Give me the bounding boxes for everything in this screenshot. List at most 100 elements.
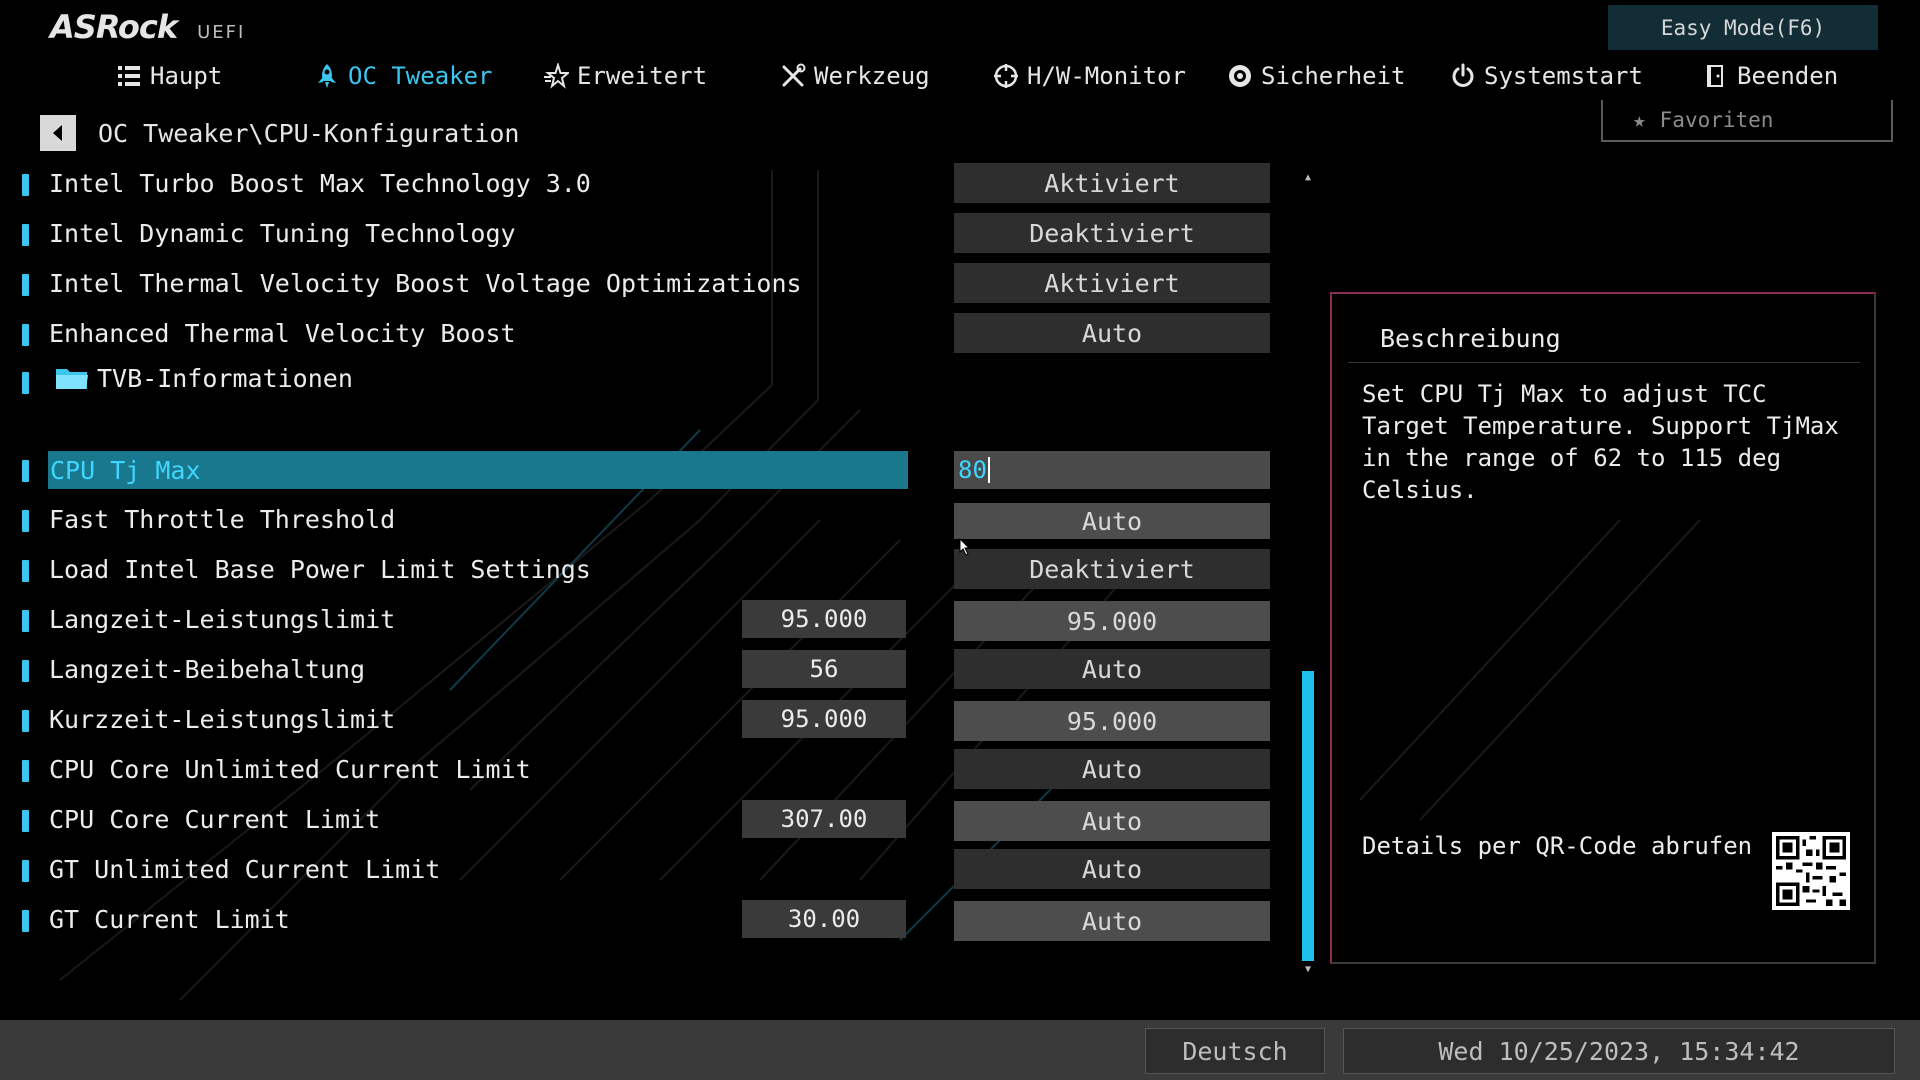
scrollbar[interactable]: ▲ ▼ xyxy=(1301,170,1315,976)
shield-gear-icon xyxy=(1227,63,1253,89)
description-title: Beschreibung xyxy=(1380,324,1561,353)
setting-row-core-current-limit[interactable]: CPU Core Current Limit 307.00 Auto xyxy=(0,797,1320,841)
setting-option[interactable]: Deaktiviert xyxy=(954,213,1270,253)
setting-option[interactable]: Deaktiviert xyxy=(954,549,1270,589)
row-marker xyxy=(22,324,29,346)
submenu-label-wrap: TVB-Informationen xyxy=(55,356,353,400)
setting-label: CPU Core Current Limit xyxy=(49,804,381,834)
tab-label: OC Tweaker xyxy=(348,62,493,90)
tab-oc-tweaker[interactable]: OC Tweaker xyxy=(314,56,493,96)
tab-sicherheit[interactable]: Sicherheit xyxy=(1227,56,1406,96)
tab-label: Haupt xyxy=(150,62,223,90)
tab-werkzeug[interactable]: Werkzeug xyxy=(780,56,930,96)
setting-label: Intel Turbo Boost Max Technology 3.0 xyxy=(49,168,591,198)
row-marker xyxy=(22,910,29,932)
logo-brand: ASRock xyxy=(50,8,178,46)
tab-erweitert[interactable]: Erweitert xyxy=(543,56,707,96)
input-value: 80 xyxy=(958,456,987,484)
exit-door-icon xyxy=(1703,63,1729,89)
current-value: 95.000 xyxy=(742,600,906,638)
setting-label: CPU Tj Max xyxy=(48,451,908,489)
current-value: 95.000 xyxy=(742,700,906,738)
datetime-display: Wed 10/25/2023, 15:34:42 xyxy=(1343,1028,1895,1074)
row-marker xyxy=(22,660,29,682)
setting-row-fast-throttle[interactable]: Fast Throttle Threshold Auto xyxy=(0,497,1320,541)
scroll-thumb[interactable] xyxy=(1302,671,1314,961)
qr-label: Details per QR-Code abrufen xyxy=(1362,832,1753,860)
breadcrumb: OC Tweaker\CPU-Konfiguration xyxy=(40,115,519,151)
setting-label: Intel Dynamic Tuning Technology xyxy=(49,218,516,248)
text-caret xyxy=(987,457,990,483)
row-marker xyxy=(22,372,29,394)
row-marker xyxy=(22,860,29,882)
setting-option[interactable]: Auto xyxy=(954,801,1270,841)
setting-option[interactable]: Aktiviert xyxy=(954,163,1270,203)
tab-label: Systemstart xyxy=(1484,62,1643,90)
qr-code-icon xyxy=(1772,832,1850,910)
submenu-tvb-info[interactable]: TVB-Informationen xyxy=(0,356,1320,400)
setting-option[interactable]: Auto xyxy=(954,849,1270,889)
setting-row-dynamic-tuning[interactable]: Intel Dynamic Tuning Technology Deaktivi… xyxy=(0,211,1320,255)
setting-row-enhanced-tvb[interactable]: Enhanced Thermal Velocity Boost Auto xyxy=(0,311,1320,355)
tab-hw-monitor[interactable]: H/W-Monitor xyxy=(993,56,1186,96)
setting-label: Intel Thermal Velocity Boost Voltage Opt… xyxy=(49,268,802,298)
back-button[interactable] xyxy=(40,115,76,151)
setting-label: GT Current Limit xyxy=(49,904,290,934)
tab-label: Erweitert xyxy=(577,62,708,90)
setting-row-gt-current-limit[interactable]: GT Current Limit 30.00 Auto xyxy=(0,897,1320,941)
row-marker xyxy=(22,760,29,782)
setting-label: TVB-Informationen xyxy=(97,363,353,393)
setting-option[interactable]: Auto xyxy=(954,749,1270,789)
favorites-button[interactable]: ★ Favoriten xyxy=(1601,100,1893,142)
setting-option[interactable]: Aktiviert xyxy=(954,263,1270,303)
tab-haupt[interactable]: Haupt xyxy=(116,56,222,96)
setting-row-long-power-limit[interactable]: Langzeit-Leistungslimit 95.000 95.000 xyxy=(0,597,1320,641)
setting-row-cpu-tj-max[interactable]: CPU Tj Max 80 xyxy=(0,447,1320,491)
tools-icon xyxy=(780,63,806,89)
setting-label: GT Unlimited Current Limit xyxy=(49,854,441,884)
setting-label: CPU Core Unlimited Current Limit xyxy=(49,754,531,784)
cpu-tj-max-input[interactable]: 80 xyxy=(954,451,1270,489)
setting-label: Langzeit-Beibehaltung xyxy=(49,654,366,684)
easy-mode-button[interactable]: Easy Mode(F6) xyxy=(1608,5,1878,50)
crosshair-monitor-icon xyxy=(993,63,1019,89)
setting-label: Enhanced Thermal Velocity Boost xyxy=(49,318,516,348)
setting-row-core-unlimited-current[interactable]: CPU Core Unlimited Current Limit Auto xyxy=(0,747,1320,791)
tab-systemstart[interactable]: Systemstart xyxy=(1450,56,1643,96)
star-advanced-icon xyxy=(543,63,569,89)
row-marker xyxy=(22,710,29,732)
current-value: 307.00 xyxy=(742,800,906,838)
setting-label: Kurzzeit-Leistungslimit xyxy=(49,704,396,734)
tab-label: Beenden xyxy=(1737,62,1839,90)
scroll-down-icon[interactable]: ▼ xyxy=(1301,962,1315,976)
setting-row-gt-unlimited-current[interactable]: GT Unlimited Current Limit Auto xyxy=(0,847,1320,891)
setting-option[interactable]: 95.000 xyxy=(954,701,1270,741)
setting-option[interactable]: Auto xyxy=(954,901,1270,941)
language-button[interactable]: Deutsch xyxy=(1145,1028,1325,1074)
tab-beenden[interactable]: Beenden xyxy=(1703,56,1838,96)
setting-option[interactable]: Auto xyxy=(954,503,1270,539)
row-marker xyxy=(22,224,29,246)
row-marker xyxy=(22,174,29,196)
setting-row-short-power-limit[interactable]: Kurzzeit-Leistungslimit 95.000 95.000 xyxy=(0,697,1320,741)
setting-option[interactable]: Auto xyxy=(954,313,1270,353)
setting-row-tvb-voltage-opt[interactable]: Intel Thermal Velocity Boost Voltage Opt… xyxy=(0,261,1320,305)
setting-row-turbo-boost-max[interactable]: Intel Turbo Boost Max Technology 3.0 Akt… xyxy=(0,161,1320,205)
star-icon: ★ xyxy=(1633,108,1646,132)
asrock-uefi-logo: ASRock UEFI xyxy=(50,8,245,48)
favorites-label: Favoriten xyxy=(1659,108,1774,132)
setting-row-base-power-limit[interactable]: Load Intel Base Power Limit Settings Dea… xyxy=(0,547,1320,591)
description-text: Set CPU Tj Max to adjust TCC Target Temp… xyxy=(1362,380,1839,504)
main-nav: Haupt OC Tweaker Erweitert Werkzeug H/W-… xyxy=(0,56,1920,96)
row-marker xyxy=(22,560,29,582)
tab-label: H/W-Monitor xyxy=(1027,62,1186,90)
scroll-up-icon[interactable]: ▲ xyxy=(1301,170,1315,184)
setting-option[interactable]: Auto xyxy=(954,649,1270,689)
folder-icon xyxy=(56,369,88,389)
current-value: 56 xyxy=(742,650,906,688)
setting-row-long-duration[interactable]: Langzeit-Beibehaltung 56 Auto xyxy=(0,647,1320,691)
setting-option[interactable]: 95.000 xyxy=(954,601,1270,641)
tab-label: Werkzeug xyxy=(814,62,930,90)
footer-bar: Deutsch Wed 10/25/2023, 15:34:42 xyxy=(0,1020,1920,1080)
row-marker xyxy=(22,460,29,482)
